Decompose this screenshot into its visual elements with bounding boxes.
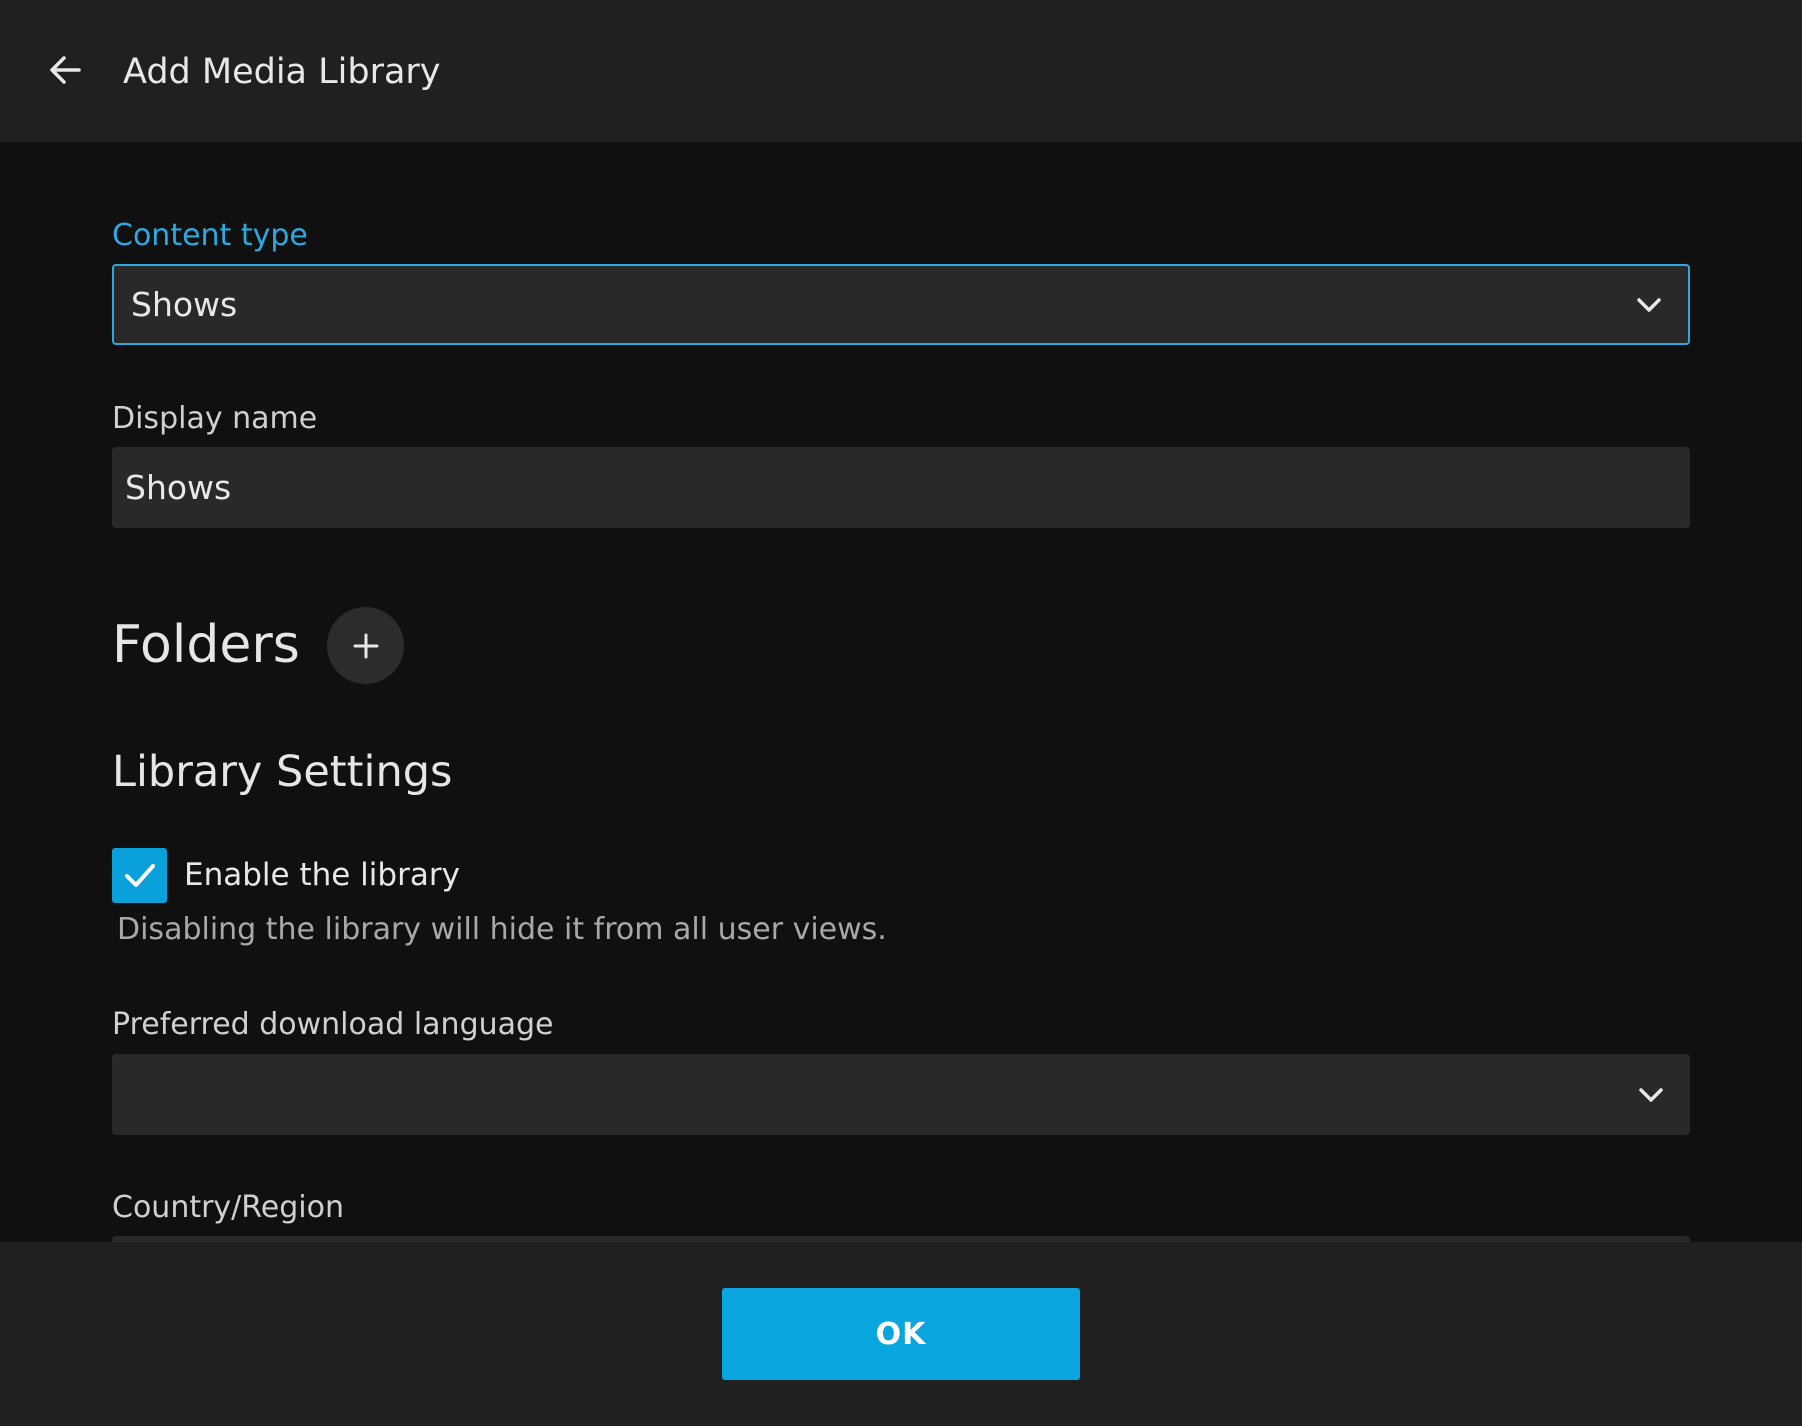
dialog-footer: OK [0,1242,1802,1426]
back-button[interactable] [38,40,92,100]
content-type-select[interactable]: Shows [112,264,1690,345]
form-content: Content type Shows Display name Shows Fo… [0,142,1802,1242]
display-name-value: Shows [125,468,232,507]
preferred-language-select[interactable] [112,1054,1690,1135]
app-header: Add Media Library [0,0,1802,142]
enable-library-help: Disabling the library will hide it from … [117,912,887,947]
preferred-language-label: Preferred download language [112,1007,554,1042]
ok-button[interactable]: OK [722,1288,1080,1380]
plus-icon [353,633,378,658]
enable-library-label: Enable the library [184,857,460,893]
display-name-input[interactable]: Shows [112,447,1690,528]
display-name-label: Display name [112,401,318,436]
content-type-label: Content type [112,218,308,253]
arrow-left-icon [50,56,81,84]
chevron-down-icon [1639,1087,1663,1102]
folders-heading: Folders [112,615,300,675]
checkmark-icon [124,863,155,887]
content-type-value: Shows [131,285,238,324]
library-settings-heading: Library Settings [112,747,453,797]
page-title: Add Media Library [123,52,441,92]
enable-library-checkbox[interactable] [112,848,167,903]
country-region-label: Country/Region [112,1190,344,1225]
add-folder-button[interactable] [327,607,404,684]
chevron-down-icon [1637,297,1661,312]
